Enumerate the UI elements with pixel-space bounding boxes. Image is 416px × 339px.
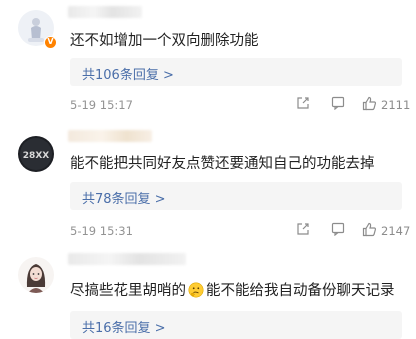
view-replies-link[interactable]: 共16条回复 > [82,317,166,336]
thumbs-up-icon[interactable] [362,96,377,111]
comment-text: 尽搞些花里胡哨的 能不能给我自动备份聊天记录 [70,279,395,300]
share-icon[interactable] [296,96,310,110]
verified-badge: V [44,36,57,49]
comment-timestamp: 5-19 15:31 [70,224,133,238]
username-blurred[interactable] [68,6,142,18]
comment-text-part: 尽搞些花里胡哨的 [70,283,186,299]
comment-icon[interactable] [331,96,345,110]
view-replies-link[interactable]: 共78条回复 > [82,188,166,207]
thumbs-up-icon[interactable] [362,222,377,237]
thinking-face-emoji [188,282,204,298]
comment-text: 能不能把共同好友点赞还要通知自己的功能去掉 [70,156,375,172]
share-icon[interactable] [296,222,310,236]
comment-item: 尽搞些花里胡哨的 能不能给我自动备份聊天记录 共16条回复 > [0,245,416,339]
username-blurred[interactable] [68,253,186,265]
comment-item: V 还不如增加一个双向删除功能 共106条回复 > 5-19 15:17 211… [0,0,416,120]
view-replies-link[interactable]: 共106条回复 > [82,64,174,83]
comment-timestamp: 5-19 15:17 [70,98,133,112]
like-count: 2111 [381,98,411,112]
dark-logo-avatar: 28XX [18,136,54,172]
comment-text: 还不如增加一个双向删除功能 [70,33,259,49]
user-avatar[interactable]: 28XX [18,136,54,172]
comment-item: 28XX 能不能把共同好友点赞还要通知自己的功能去掉 共78条回复 > 5-19… [0,120,416,245]
replies-box[interactable]: 共16条回复 > [70,311,402,339]
like-count: 2147 [381,224,411,238]
girl-illustration-avatar [18,257,54,293]
replies-box[interactable]: 共78条回复 > [70,182,402,210]
avatar-label: 28XX [23,151,49,161]
comment-icon[interactable] [331,222,345,236]
user-avatar[interactable] [18,257,54,293]
replies-box[interactable]: 共106条回复 > [70,58,402,86]
comment-text-part: 能不能给我自动备份聊天记录 [206,283,395,299]
username-blurred[interactable] [68,130,152,142]
